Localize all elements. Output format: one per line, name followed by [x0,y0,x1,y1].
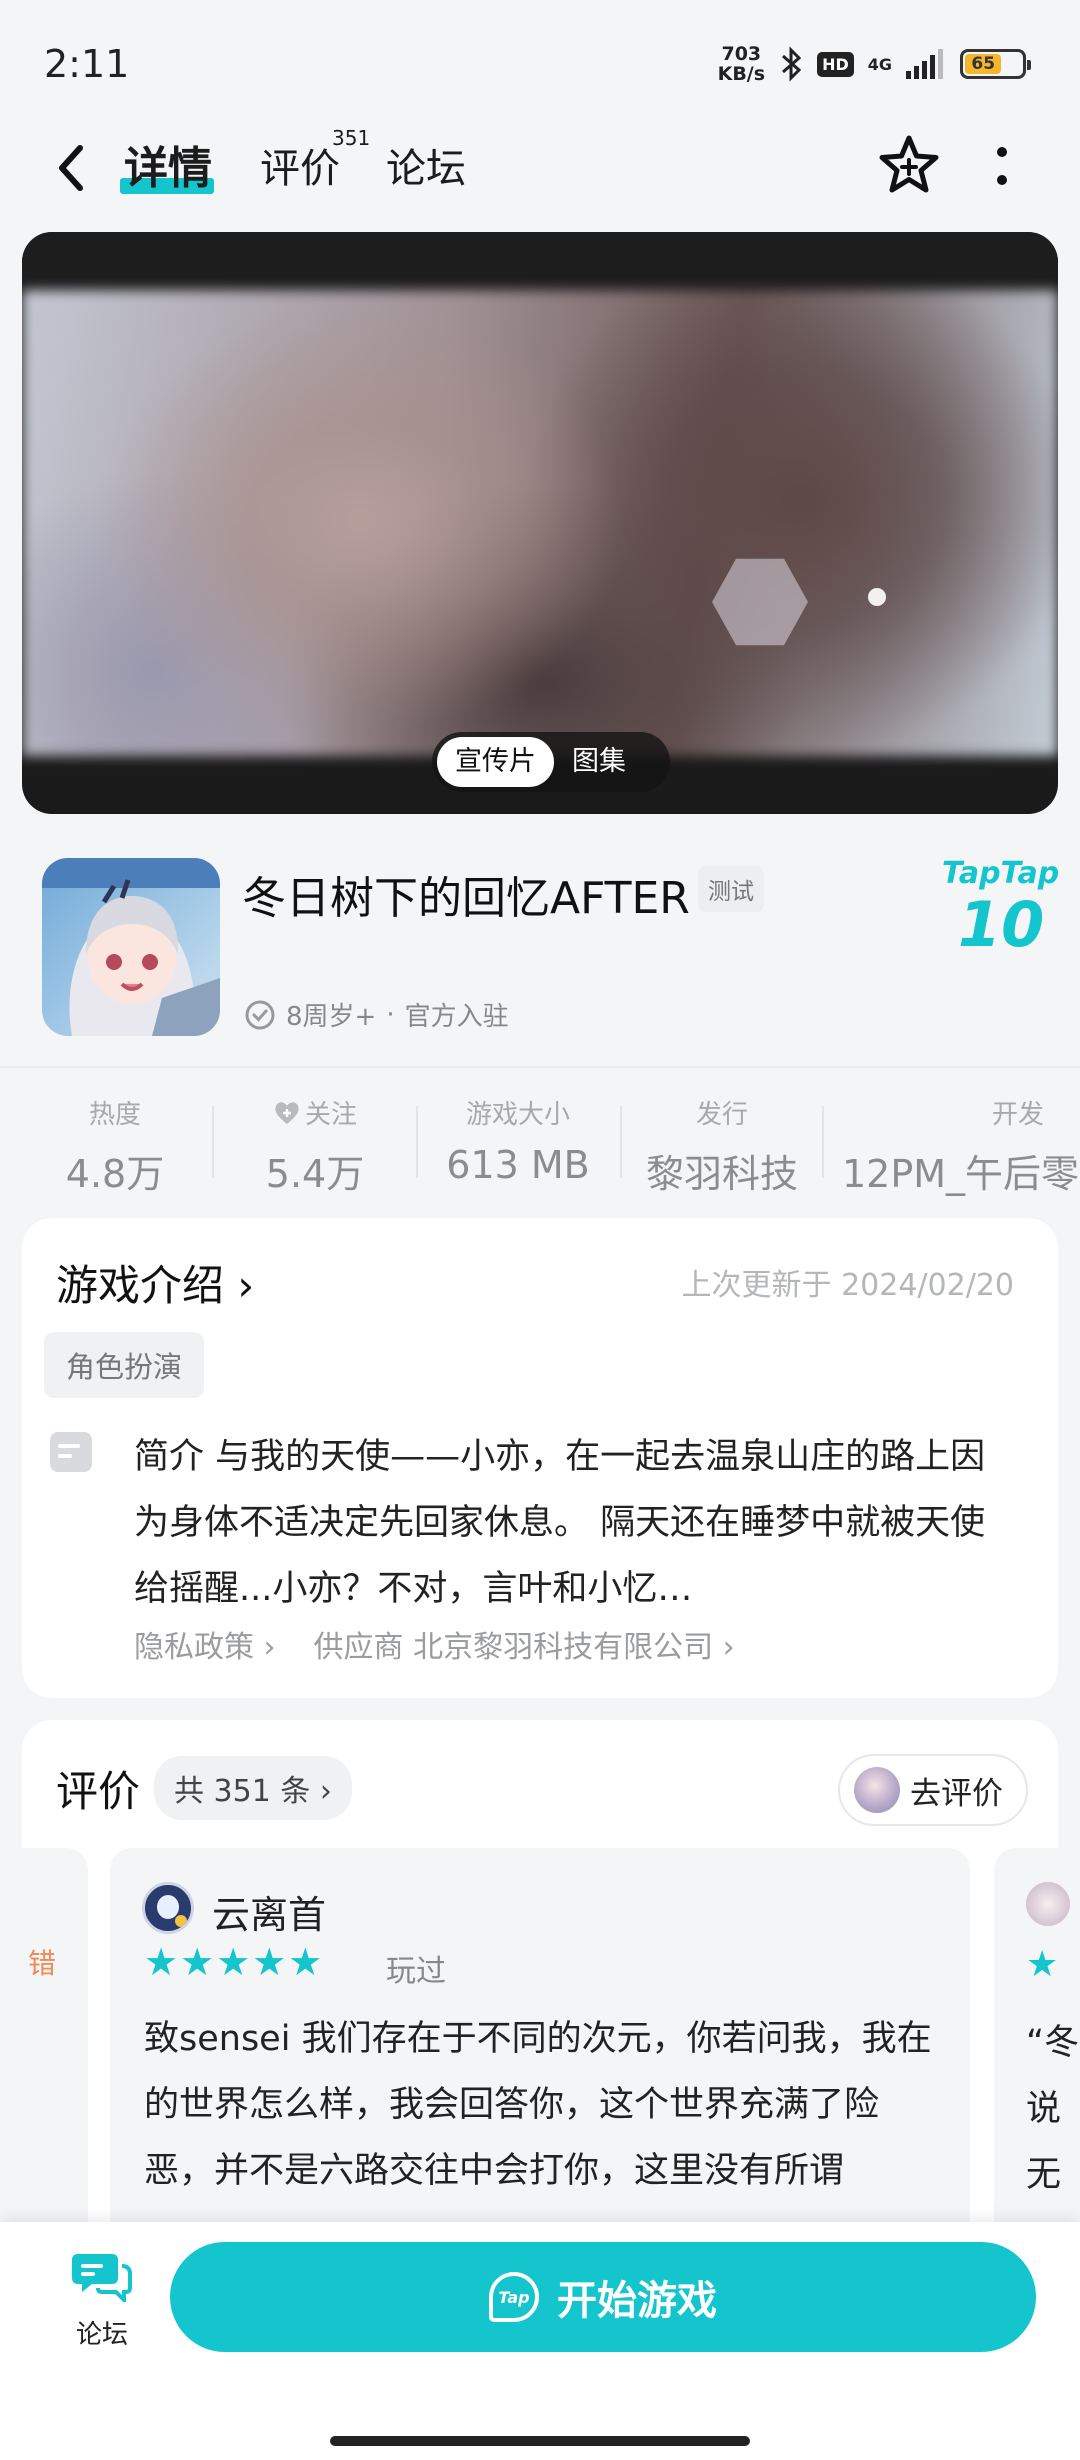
age-rating: 8周岁+ [286,1002,377,1032]
video-light-dot [868,588,886,606]
stat-size-label: 游戏大小 [465,1100,570,1130]
media-option-gallery[interactable]: 图集 [554,737,644,787]
review-text: 致sensei 我们存在于不同的次元，你若问我，我在的世界怎么样，我会回答你，这… [144,2019,932,2191]
status-time: 2:11 [44,42,130,86]
media-toggle: 宣传片 图集 [432,732,670,792]
reviewer-name[interactable]: 云离首 [212,1884,326,1939]
review-section-title: 评价 [56,1767,141,1816]
tab-review-count: 351 [332,126,371,150]
forum-label: 论坛 [75,2320,128,2350]
played-label: 玩过 [386,1954,446,1989]
tab-detail[interactable]: 详情 [124,132,212,196]
last-updated: 上次更新于 2024/02/20 [681,1268,1014,1303]
review-count-link[interactable]: 共 351 条 › [154,1756,352,1820]
promo-video-player[interactable]: 宣传片 图集 [22,232,1058,814]
stat-separator [620,1106,622,1178]
meta-separator: · [386,999,395,1030]
stat-publisher[interactable]: 发行 黎羽科技 [634,1094,810,1198]
stat-follow-value: 5.4万 [265,1152,365,1196]
stat-separator [822,1106,824,1178]
forum-chat-icon [72,2254,132,2305]
tab-forum[interactable]: 论坛 [386,136,466,194]
rating-stars-icon: ★★★★★ [144,1940,325,1984]
verified-check-icon [245,1000,275,1029]
status-icons: 703 KB/s HD 4G 65 [717,43,1031,85]
taptap-icon: Tap [489,2272,539,2322]
stat-developer[interactable]: 开发 12PM_午后零 [842,1094,1080,1198]
intro-title[interactable]: 游戏介绍 › [56,1252,254,1313]
official-label: 官方入驻 [404,1002,509,1032]
start-game-label: 开始游戏 [557,2278,717,2324]
taptap-logo: TapTap [942,856,1060,891]
game-title: 冬日树下的回忆AFTER [242,873,690,924]
stat-separator [416,1106,418,1178]
battery-level: 65 [965,54,1002,74]
divider [0,1066,1080,1068]
taptap-score: 10 [958,888,1045,961]
write-review-button[interactable]: 去评价 [838,1754,1028,1826]
signal-icon [906,49,943,79]
stat-separator [212,1106,214,1178]
stat-follow-label: 关注 [304,1100,357,1130]
test-badge: 测试 [698,866,764,912]
back-arrow-icon[interactable] [50,138,90,198]
policy-links: 隐私政策 › 供应商 北京黎羽科技有限公司 › [134,1622,735,1666]
stat-heat: 热度 4.8万 [30,1094,200,1198]
description-icon [50,1432,92,1472]
star-icon: ★ [1026,1944,1059,1985]
heart-plus-icon [275,1101,299,1124]
reviewer-avatar[interactable] [142,1882,194,1934]
game-description[interactable]: 简介 与我的天使——小亦，在一起去温泉山庄的路上因为身体不适决定先回家休息。 隔… [134,1424,994,1624]
stat-size: 游戏大小 613 MB [430,1094,606,1187]
reviewer-avatar [1026,1882,1070,1926]
review-item-prev[interactable] [0,1848,88,2268]
tab-review[interactable]: 评价 [260,136,340,194]
game-meta: 8周岁+ · 官方入驻 [244,996,509,1033]
stat-heat-label: 热度 [88,1100,141,1130]
genre-tag[interactable]: 角色扮演 [44,1332,205,1398]
chevron-right-icon: › [237,1261,255,1310]
battery-icon: 65 [960,49,1031,79]
start-game-button[interactable]: Tap 开始游戏 [170,2242,1036,2352]
video-frame [22,290,1058,756]
stat-follow[interactable]: 关注 5.4万 [230,1094,400,1198]
supplier-link[interactable]: 供应商 北京黎羽科技有限公司 › [314,1622,735,1666]
stat-publisher-label: 发行 [695,1100,748,1130]
privacy-policy-link[interactable]: 隐私政策 › [134,1622,276,1666]
home-indicator[interactable] [330,2436,750,2446]
user-avatar [854,1767,900,1813]
forum-button[interactable]: 论坛 [62,2250,142,2351]
network-type: 4G [867,54,892,74]
review-prev-text: 错 [28,1947,57,1980]
more-options-icon[interactable] [982,140,1022,194]
stat-size-value: 613 MB [446,1143,590,1187]
stat-publisher-value: 黎羽科技 [645,1152,798,1196]
media-option-video[interactable]: 宣传片 [437,737,554,787]
favorite-star-icon[interactable] [876,132,942,198]
net-speed: 703 KB/s [717,43,766,85]
stat-developer-value: 12PM_午后零 [842,1152,1080,1196]
bluetooth-icon [782,46,802,82]
stat-heat-value: 4.8万 [65,1152,165,1196]
hd-badge: HD [817,51,854,77]
stat-developer-label: 开发 [991,1100,1044,1130]
game-icon [42,858,220,1036]
